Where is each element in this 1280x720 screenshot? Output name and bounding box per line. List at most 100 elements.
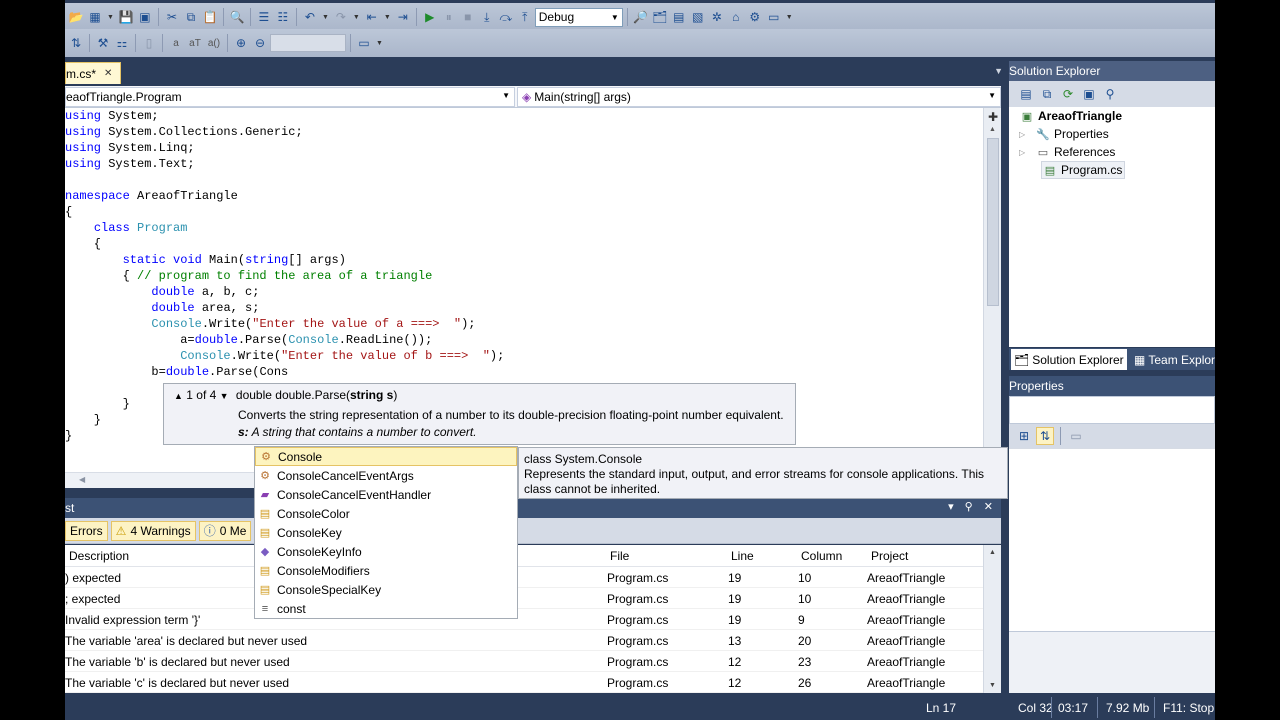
view-class-diagram-icon[interactable]: ⚲ — [1101, 85, 1119, 103]
intellisense-completion-list[interactable]: ⚙ Console ⚙ ConsoleCancelEventArgs ▰ Con… — [254, 446, 518, 619]
view-code-icon[interactable]: ▣ — [1080, 85, 1098, 103]
object-browser-icon[interactable]: ▧ — [689, 8, 707, 26]
refresh-icon[interactable]: ⟳ — [1059, 85, 1077, 103]
error-list-scrollbar[interactable]: ▲ ▼ — [983, 545, 1001, 693]
chevron-down-icon[interactable]: ▼ — [322, 14, 329, 21]
layout-icon[interactable]: ▭ — [355, 34, 373, 52]
cut-icon[interactable]: ✂ — [163, 8, 181, 26]
chevron-down-icon[interactable]: ▼ — [384, 14, 391, 21]
list-item[interactable]: ▰ ConsoleCancelEventHandler — [255, 485, 517, 504]
chevron-down-icon[interactable]: ▼ — [353, 14, 360, 21]
column-header-column[interactable]: Column — [801, 549, 842, 563]
expand-arrow-icon[interactable]: ▷ — [1019, 130, 1035, 139]
uncomment-icon[interactable]: ☷ — [274, 8, 292, 26]
list-item[interactable]: ▤ ConsoleKey — [255, 523, 517, 542]
chevron-up-icon[interactable]: ▲ — [989, 549, 996, 556]
table-row[interactable]: The variable 'b' is declared but never u… — [65, 651, 983, 672]
previous-overload-icon[interactable]: ▲ — [174, 391, 183, 401]
comment-icon[interactable]: ☰ — [255, 8, 273, 26]
zoom-in-icon[interactable]: ⊕ — [232, 34, 250, 52]
list-item[interactable]: ≡ const — [255, 599, 517, 618]
show-all-files-icon[interactable]: ⧉ — [1038, 85, 1056, 103]
messages-filter-button[interactable]: ⓘ 0 Me — [198, 520, 252, 541]
step-over-icon[interactable]: ⤼ — [497, 8, 515, 26]
split-handle-icon[interactable]: ✚ — [988, 110, 998, 124]
chevron-down-icon[interactable]: ▼ — [994, 66, 1003, 76]
warnings-filter-button[interactable]: ⚠ 4 Warnings — [110, 520, 196, 541]
step-into-icon[interactable]: ⤓ — [478, 8, 496, 26]
bookmark-icon[interactable]: ▯ — [140, 34, 158, 52]
properties-icon[interactable]: ▤ — [1017, 85, 1035, 103]
editor-vertical-scrollbar[interactable]: ✚ ▲ — [983, 108, 1001, 488]
categorized-icon[interactable]: ⊞ — [1015, 427, 1033, 445]
build-icon[interactable]: ⚒ — [94, 34, 112, 52]
tab-solution-explorer[interactable]: 🗂 Solution Explorer — [1011, 349, 1127, 370]
command-window-icon[interactable]: ▭ — [765, 8, 783, 26]
start-debug-icon[interactable]: ▶ — [421, 8, 439, 26]
properties-window-icon[interactable]: ▤ — [670, 8, 688, 26]
extension-manager-icon[interactable]: ⚙ — [746, 8, 764, 26]
column-header-project[interactable]: Project — [871, 549, 908, 563]
errors-filter-button[interactable]: Errors — [65, 520, 108, 541]
solution-explorer-icon[interactable]: 🗂 — [651, 8, 669, 26]
scroll-thumb[interactable] — [987, 138, 999, 306]
undo-icon[interactable]: ↶ — [301, 8, 319, 26]
list-item[interactable]: ▤ ConsoleSpecialKey — [255, 580, 517, 599]
add-item-icon[interactable]: ▦ — [86, 8, 104, 26]
stop-icon[interactable]: ■ — [459, 8, 477, 26]
chevron-down-icon[interactable]: ▼ — [786, 14, 793, 21]
find-icon[interactable]: 🔍 — [228, 8, 246, 26]
properties-object-select[interactable] — [1009, 396, 1215, 424]
column-header-file[interactable]: File — [610, 549, 629, 563]
solution-configuration-select[interactable]: Debug ▼ — [534, 7, 623, 27]
expand-arrow-icon[interactable]: ▷ — [1019, 148, 1035, 157]
chevron-down-icon[interactable]: ▼ — [107, 14, 114, 21]
close-icon[interactable]: ✕ — [104, 68, 112, 79]
list-item[interactable]: ⚙ Console — [255, 447, 517, 466]
list-item[interactable]: ▤ ConsoleColor — [255, 504, 517, 523]
redo-icon[interactable]: ↷ — [332, 8, 350, 26]
table-row[interactable]: Invalid expression term '}' Program.cs 1… — [65, 609, 983, 630]
table-row[interactable]: The variable 'area' is declared but neve… — [65, 630, 983, 651]
chevron-left-icon[interactable]: ◀ — [79, 475, 85, 484]
start-page-icon[interactable]: ⌂ — [727, 8, 745, 26]
font-a-icon[interactable]: a — [167, 34, 185, 52]
tab-program-cs[interactable]: m.cs* ✕ — [65, 62, 121, 84]
rebuild-icon[interactable]: ⚏ — [113, 34, 131, 52]
list-item[interactable]: ⚙ ConsoleCancelEventArgs — [255, 466, 517, 485]
type-dropdown[interactable]: eaofTriangle.Program ▼ — [65, 87, 515, 107]
list-item[interactable]: ◆ ConsoleKeyInfo — [255, 542, 517, 561]
tab-team-explorer[interactable]: ▦ Team Explor — [1131, 349, 1215, 370]
property-pages-icon[interactable]: ▭ — [1067, 427, 1085, 445]
chevron-up-icon[interactable]: ▲ — [989, 126, 996, 133]
step-out-icon[interactable]: ⤒ — [516, 8, 534, 26]
column-header-line[interactable]: Line — [731, 549, 754, 563]
save-all-icon[interactable]: ▣ — [136, 8, 154, 26]
table-row[interactable]: The variable 'c' is declared but never u… — [65, 672, 983, 693]
chevron-down-icon[interactable]: ▼ — [989, 682, 996, 689]
alphabetical-icon[interactable]: ⇅ — [1036, 427, 1054, 445]
font-size-icon[interactable]: aT — [186, 34, 204, 52]
save-icon[interactable]: 💾 — [117, 8, 135, 26]
navigate-forward-icon[interactable]: ⇥ — [394, 8, 412, 26]
chevron-down-icon[interactable]: ▼ — [376, 40, 383, 47]
next-overload-icon[interactable]: ▼ — [220, 391, 229, 401]
open-icon[interactable]: 📂 — [67, 8, 85, 26]
copy-icon[interactable]: ⧉ — [182, 8, 200, 26]
paste-icon[interactable]: 📋 — [201, 8, 219, 26]
font-style-icon[interactable]: a() — [205, 34, 223, 52]
table-row[interactable]: ) expected Program.cs 19 10 AreaofTriang… — [65, 567, 983, 588]
column-header-description[interactable]: Description — [69, 549, 129, 563]
toolbox-icon[interactable]: ✲ — [708, 8, 726, 26]
tree-node-project[interactable]: ▣ AreaofTriangle — [1019, 107, 1122, 125]
tree-node-program-cs[interactable]: ▤ Program.cs — [1041, 161, 1126, 179]
sort-icon[interactable]: ⇅ — [67, 34, 85, 52]
table-row[interactable]: ; expected Program.cs 19 10 AreaofTriang… — [65, 588, 983, 609]
pause-icon[interactable]: ⏸ — [440, 8, 458, 26]
list-item[interactable]: ▤ ConsoleModifiers — [255, 561, 517, 580]
zoom-out-icon[interactable]: ⊖ — [251, 34, 269, 52]
tree-node-references[interactable]: ▷ ▭ References — [1019, 143, 1115, 161]
find-in-files-icon[interactable]: 🔎 — [632, 8, 650, 26]
window-controls[interactable]: ▾ ⚲ ✕ — [948, 500, 997, 513]
tree-node-properties[interactable]: ▷ 🔧 Properties — [1019, 125, 1109, 143]
